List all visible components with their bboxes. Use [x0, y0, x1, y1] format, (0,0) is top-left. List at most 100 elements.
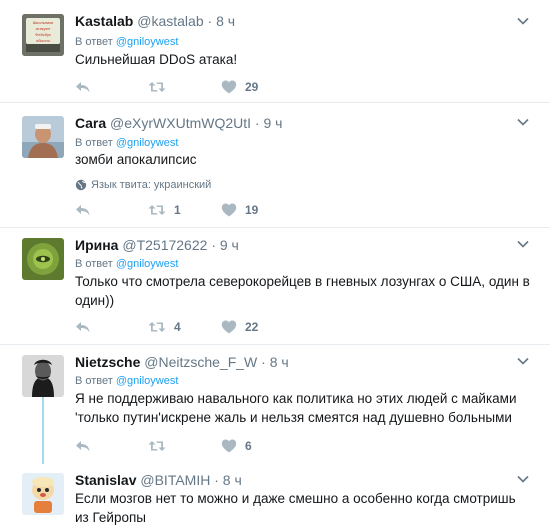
reply-icon — [76, 441, 90, 452]
language-label: Язык твита: украинский — [91, 179, 212, 191]
tweet-header: Stanislav @BITAMIH · 8 ч — [75, 471, 242, 489]
like-button[interactable]: 6 — [221, 437, 252, 455]
retweet-button[interactable]: 1 — [148, 201, 181, 219]
tweet-actions: 4 22 — [75, 318, 375, 336]
avatar-caption-line: атакуют — [36, 26, 51, 31]
heart-icon — [221, 320, 237, 334]
reply-prefix: В ответ — [75, 258, 113, 270]
avatar-caption-line: Школьники — [33, 20, 53, 25]
tweet-actions: 29 — [75, 78, 375, 96]
tweet[interactable]: Ирина @T25172622 · 9 ч В ответ @gniloywe… — [0, 228, 550, 344]
tweet-header: Kastalab @kastalab · 8 ч — [75, 12, 235, 30]
reply-button[interactable] — [75, 318, 99, 336]
timestamp[interactable]: 8 ч — [216, 13, 235, 29]
like-button[interactable]: 29 — [221, 78, 258, 96]
like-button[interactable]: 22 — [221, 318, 258, 336]
retweet-icon — [148, 322, 166, 332]
user-name[interactable]: Cara — [75, 115, 106, 131]
avatar-image — [22, 116, 64, 158]
user-handle[interactable]: @T25172622 — [122, 237, 207, 253]
like-count: 22 — [245, 320, 259, 334]
tweet[interactable]: Cara @eXyrWXUtmWQ2UtI · 9 ч В ответ @gni… — [0, 103, 550, 227]
retweet-count: 1 — [174, 203, 181, 217]
retweet-icon — [148, 82, 166, 92]
reply-button[interactable] — [75, 78, 99, 96]
avatar-caption-line: Фейсбук — [35, 32, 51, 37]
avatar-caption-line: обычно — [36, 38, 51, 43]
user-name[interactable]: Kastalab — [75, 13, 133, 29]
like-count: 6 — [245, 439, 252, 453]
separator-dot: · — [261, 354, 266, 370]
tweet-text: Только что смотрела северокорейцев в гне… — [75, 274, 530, 308]
tweet[interactable]: Stanislav @BITAMIH · 8 ч Если мозгов нет… — [0, 465, 550, 526]
tweet-header: Nietzsche @Neitzsche_F_W · 8 ч — [75, 353, 289, 371]
heart-icon — [221, 203, 237, 217]
tweet[interactable]: Школьники атакуют Фейсбук обычно Kastala… — [0, 0, 550, 102]
chevron-down-icon[interactable] — [516, 472, 530, 486]
reply-button[interactable] — [75, 201, 99, 219]
avatar-image — [22, 473, 64, 515]
like-count: 29 — [245, 80, 259, 94]
chevron-down-icon[interactable] — [516, 115, 530, 129]
tweet[interactable]: Nietzsche @Neitzsche_F_W · 8 ч В ответ @… — [0, 345, 550, 465]
tweet-text: Если мозгов нет то можно и даже смешно а… — [75, 491, 516, 525]
avatar[interactable] — [22, 116, 64, 158]
reply-icon — [76, 82, 90, 93]
user-handle[interactable]: @BITAMIH — [140, 472, 210, 488]
reply-icon — [76, 205, 90, 216]
tweet-header: Cara @eXyrWXUtmWQ2UtI · 9 ч — [75, 114, 282, 132]
reply-context: В ответ @gniloywest — [75, 374, 178, 388]
like-button[interactable]: 19 — [221, 201, 258, 219]
timestamp[interactable]: 9 ч — [220, 237, 239, 253]
avatar[interactable] — [22, 473, 64, 515]
reply-context: В ответ @gniloywest — [75, 257, 178, 271]
tweet-text: Я не поддерживаю навального как политика… — [75, 391, 517, 425]
avatar[interactable] — [22, 238, 64, 280]
avatar[interactable] — [22, 355, 64, 397]
tweet-actions: 1 19 — [75, 201, 375, 219]
user-handle[interactable]: @kastalab — [137, 13, 203, 29]
tweet-text: зомби апокалипсис — [75, 152, 197, 167]
separator-dot: · — [207, 13, 213, 29]
reply-mention[interactable]: @gniloywest — [116, 36, 179, 48]
retweet-button[interactable] — [148, 437, 174, 455]
reply-prefix: В ответ — [75, 137, 113, 149]
reply-mention[interactable]: @gniloywest — [116, 258, 179, 270]
chevron-down-icon[interactable] — [516, 14, 530, 28]
heart-icon — [221, 80, 237, 94]
globe-icon — [75, 179, 87, 191]
reply-mention[interactable]: @gniloywest — [116, 137, 179, 149]
reply-button[interactable] — [75, 437, 99, 455]
avatar[interactable]: Школьники атакуют Фейсбук обычно — [22, 14, 64, 56]
reply-icon — [76, 322, 90, 333]
separator-dot: · — [214, 472, 219, 488]
user-name[interactable]: Ирина — [75, 237, 118, 253]
avatar-image: Школьники атакуют Фейсбук обычно — [22, 14, 64, 56]
retweet-button[interactable]: 4 — [148, 318, 181, 336]
user-handle[interactable]: @Neitzsche_F_W — [144, 354, 257, 370]
retweet-icon — [148, 205, 166, 215]
separator-dot: · — [211, 237, 216, 253]
separator-dot: · — [254, 115, 260, 131]
tweet-header: Ирина @T25172622 · 9 ч — [75, 236, 239, 254]
heart-icon — [221, 439, 237, 453]
tweet-actions: 6 — [75, 437, 375, 455]
timestamp[interactable]: 8 ч — [223, 472, 242, 488]
reply-prefix: В ответ — [75, 375, 113, 387]
retweet-button[interactable] — [148, 78, 174, 96]
timestamp[interactable]: 9 ч — [263, 115, 282, 131]
tweet-text: Сильнейшая DDoS атака! — [75, 52, 238, 67]
retweet-count: 4 — [174, 320, 181, 334]
user-name[interactable]: Stanislav — [75, 472, 136, 488]
reply-context: В ответ @gniloywest — [75, 35, 178, 49]
retweet-icon — [148, 441, 166, 451]
chevron-down-icon[interactable] — [516, 237, 530, 251]
reply-mention[interactable]: @gniloywest — [116, 375, 179, 387]
timestamp[interactable]: 8 ч — [270, 354, 289, 370]
chevron-down-icon[interactable] — [516, 354, 530, 368]
user-handle[interactable]: @eXyrWXUtmWQ2UtI — [110, 115, 251, 131]
avatar-image — [22, 355, 64, 397]
reply-context: В ответ @gniloywest — [75, 136, 178, 150]
avatar-image — [22, 238, 64, 280]
user-name[interactable]: Nietzsche — [75, 354, 140, 370]
